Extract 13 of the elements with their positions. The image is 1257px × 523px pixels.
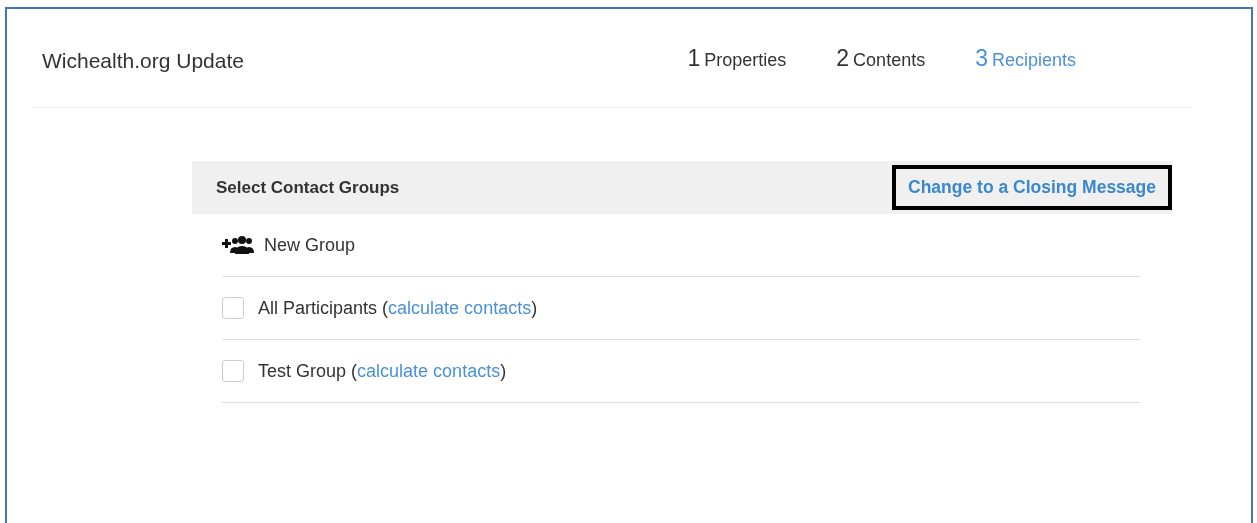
step-tab[interactable]: 3 Recipients xyxy=(975,44,1076,72)
group-checkbox[interactable] xyxy=(222,297,244,319)
group-label: Test Group (calculate contacts) xyxy=(258,360,507,382)
closing-message-link[interactable]: Change to a Closing Message xyxy=(892,165,1172,210)
page-title: Wichealth.org Update xyxy=(42,49,245,73)
step-tab[interactable]: 1 Properties xyxy=(687,44,787,72)
group-label: All Participants (calculate contacts) xyxy=(258,297,538,319)
panel-heading: Select Contact Groups xyxy=(216,177,400,198)
calculate-contacts-link[interactable]: calculate contacts xyxy=(357,360,501,381)
calculate-contacts-link[interactable]: calculate contacts xyxy=(388,297,532,318)
step-tab[interactable]: 2 Contents xyxy=(836,44,926,72)
group-checkbox[interactable] xyxy=(222,360,244,382)
new-group-button[interactable]: New Group xyxy=(222,234,356,256)
